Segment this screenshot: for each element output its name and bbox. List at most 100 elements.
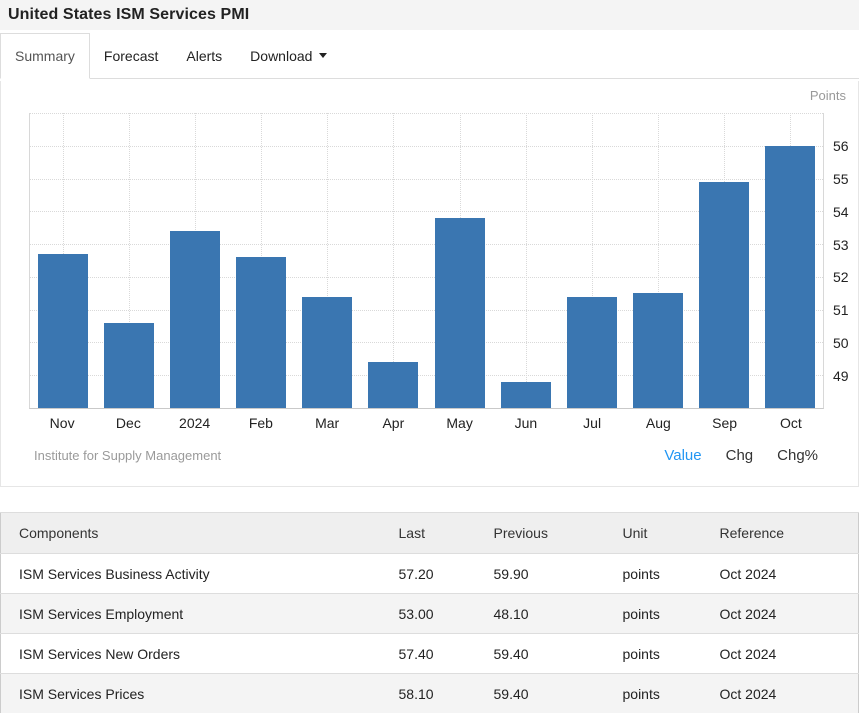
- x-axis-label: Aug: [625, 415, 691, 431]
- cell-unit: points: [605, 674, 702, 713]
- cell-last: 57.20: [381, 554, 476, 594]
- y-axis-label: 55: [833, 170, 849, 188]
- chart-footer: Institute for Supply Management Value Chg…: [34, 447, 818, 465]
- cell-reference: Oct 2024: [702, 594, 859, 634]
- bar-slot: [162, 113, 228, 408]
- column-header-previous: Previous: [476, 513, 605, 554]
- table-row: ISM Services Prices58.1059.40pointsOct 2…: [1, 674, 859, 713]
- bar-slot: [757, 113, 823, 408]
- x-axis-label: Jun: [493, 415, 559, 431]
- components-table: ComponentsLastPreviousUnitReference ISM …: [0, 512, 859, 713]
- column-header-unit: Unit: [605, 513, 702, 554]
- bar-slot: [294, 113, 360, 408]
- source-attribution: Institute for Supply Management: [34, 448, 221, 463]
- mode-link-chg[interactable]: Chg: [726, 447, 754, 464]
- component-name: ISM Services Employment: [1, 594, 381, 634]
- tab-forecast[interactable]: Forecast: [90, 33, 172, 78]
- bar-slot: [493, 113, 559, 408]
- component-name: ISM Services Prices: [1, 674, 381, 713]
- cell-reference: Oct 2024: [702, 634, 859, 674]
- components-table-section: ComponentsLastPreviousUnitReference ISM …: [0, 512, 859, 713]
- cell-last: 53.00: [381, 594, 476, 634]
- bar-slot: [96, 113, 162, 408]
- bar-slot: [625, 113, 691, 408]
- title-bar: United States ISM Services PMI: [0, 0, 859, 30]
- chart-bar-oct[interactable]: [765, 146, 815, 408]
- y-axis: 49 50 51 52 53 54 55 56: [833, 113, 859, 409]
- chart-bar-may[interactable]: [435, 218, 485, 408]
- x-axis-label: Oct: [758, 415, 824, 431]
- tab-summary-label: Summary: [15, 48, 75, 64]
- table-row: ISM Services New Orders57.4059.40pointsO…: [1, 634, 859, 674]
- x-axis-label: 2024: [162, 415, 228, 431]
- cell-previous: 48.10: [476, 594, 605, 634]
- tab-download-label: Download: [250, 48, 312, 64]
- plot-area: [29, 113, 824, 409]
- chart-bar-mar[interactable]: [302, 297, 352, 408]
- mode-link-value[interactable]: Value: [664, 447, 701, 464]
- chart-bar-nov[interactable]: [38, 254, 88, 408]
- tab-forecast-label: Forecast: [104, 48, 158, 64]
- chart-bar-aug[interactable]: [633, 293, 683, 408]
- x-axis-label: Feb: [228, 415, 294, 431]
- tab-bar: Summary Forecast Alerts Download: [0, 33, 859, 79]
- chart-bar-2024[interactable]: [170, 231, 220, 408]
- y-axis-label: 54: [833, 203, 849, 221]
- component-name: ISM Services New Orders: [1, 634, 381, 674]
- chart-bar-sep[interactable]: [699, 182, 749, 408]
- bar-slot: [426, 113, 492, 408]
- chart-bar-feb[interactable]: [236, 257, 286, 408]
- x-axis-label: Sep: [692, 415, 758, 431]
- chart-bar-dec[interactable]: [104, 323, 154, 408]
- y-axis-label: 52: [833, 268, 849, 286]
- table-header-row: ComponentsLastPreviousUnitReference: [1, 513, 859, 554]
- bar-slot: [691, 113, 757, 408]
- x-axis: NovDec2024FebMarAprMayJunJulAugSepOct: [29, 415, 824, 431]
- bar-series: [30, 113, 823, 408]
- column-header-components: Components: [1, 513, 381, 554]
- x-axis-label: Nov: [29, 415, 95, 431]
- tab-alerts[interactable]: Alerts: [172, 33, 236, 78]
- cell-last: 58.10: [381, 674, 476, 713]
- x-axis-label: Mar: [294, 415, 360, 431]
- tab-summary[interactable]: Summary: [0, 33, 90, 79]
- x-axis-label: Jul: [559, 415, 625, 431]
- bar-slot: [30, 113, 96, 408]
- y-axis-label: 51: [833, 301, 849, 319]
- chart-mode-links: Value Chg Chg%: [640, 447, 818, 465]
- tab-download[interactable]: Download: [236, 33, 341, 78]
- cell-reference: Oct 2024: [702, 554, 859, 594]
- bar-slot: [360, 113, 426, 408]
- tab-alerts-label: Alerts: [186, 48, 222, 64]
- table-row: ISM Services Business Activity57.2059.90…: [1, 554, 859, 594]
- x-axis-label: Dec: [95, 415, 161, 431]
- cell-reference: Oct 2024: [702, 674, 859, 713]
- x-axis-label: Apr: [360, 415, 426, 431]
- column-header-last: Last: [381, 513, 476, 554]
- table-row: ISM Services Employment53.0048.10pointsO…: [1, 594, 859, 634]
- column-header-reference: Reference: [702, 513, 859, 554]
- bar-slot: [559, 113, 625, 408]
- caret-down-icon: [319, 53, 327, 58]
- y-axis-units-label: Points: [810, 88, 846, 103]
- page-title: United States ISM Services PMI: [0, 6, 249, 24]
- y-axis-label: 49: [833, 367, 849, 385]
- cell-last: 57.40: [381, 634, 476, 674]
- mode-link-chgpct[interactable]: Chg%: [777, 447, 818, 464]
- cell-previous: 59.90: [476, 554, 605, 594]
- cell-unit: points: [605, 634, 702, 674]
- cell-previous: 59.40: [476, 674, 605, 713]
- component-name: ISM Services Business Activity: [1, 554, 381, 594]
- chart-bar-jun[interactable]: [501, 382, 551, 408]
- cell-unit: points: [605, 594, 702, 634]
- chart-panel: Points 49 50 51 52 53 54 55 56 NovDec2024FebMar…: [0, 81, 859, 487]
- y-axis-label: 50: [833, 334, 849, 352]
- chart-bar-apr[interactable]: [368, 362, 418, 408]
- cell-unit: points: [605, 554, 702, 594]
- x-axis-label: May: [427, 415, 493, 431]
- y-axis-label: 53: [833, 236, 849, 254]
- cell-previous: 59.40: [476, 634, 605, 674]
- chart-bar-jul[interactable]: [567, 297, 617, 408]
- y-axis-label: 56: [833, 137, 849, 155]
- bar-slot: [228, 113, 294, 408]
